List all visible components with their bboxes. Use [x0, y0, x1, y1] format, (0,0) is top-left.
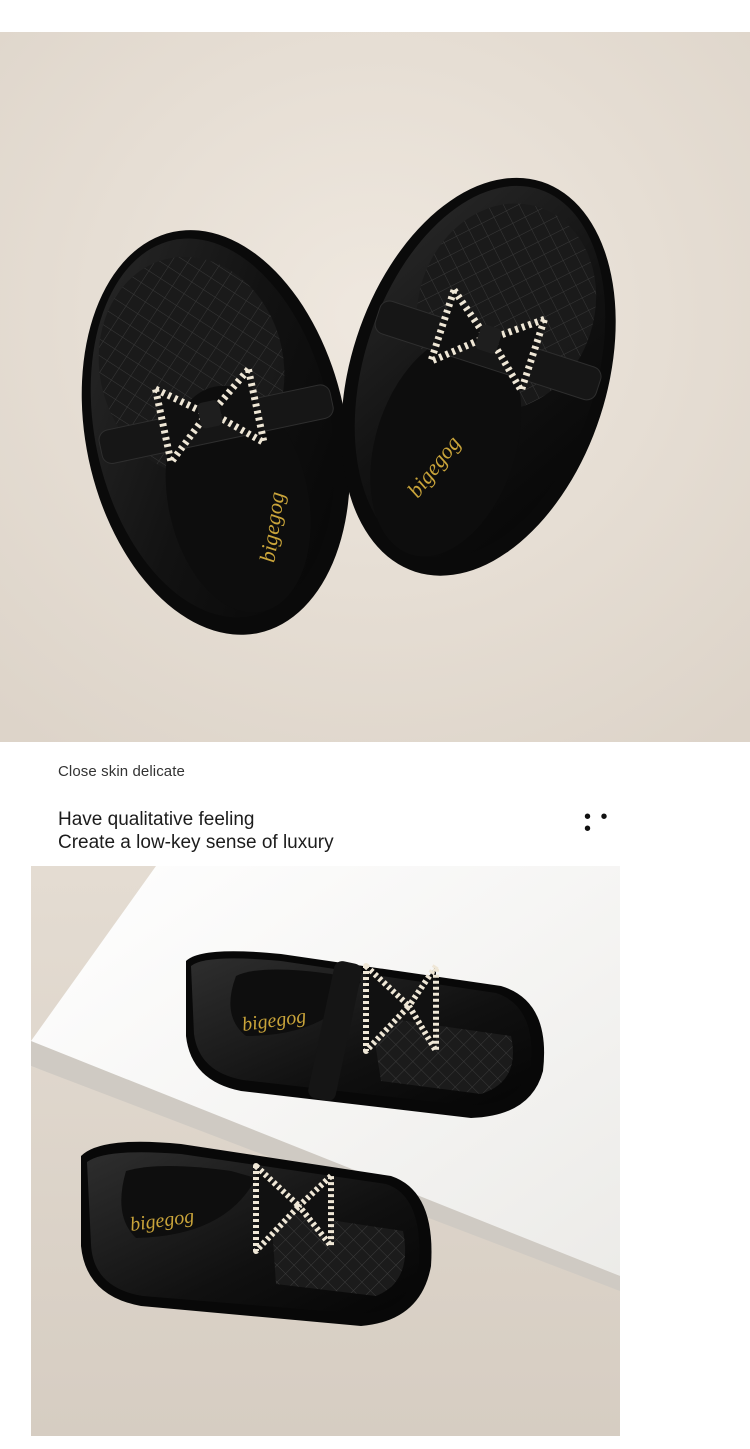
headline-line-1: Have qualitative feeling [58, 809, 255, 830]
product-photo-bottom: bigegog bigegog [31, 866, 620, 1436]
shoes-top-view-image: bigegog bigegog [0, 32, 750, 742]
more-options-icon[interactable]: • • • [584, 807, 614, 839]
shoes-angle-view-image: bigegog bigegog [31, 866, 620, 1436]
product-photo-top: bigegog bigegog [0, 32, 750, 742]
section-subtitle: Close skin delicate [58, 763, 185, 780]
section-headline: Have qualitative feeling Create a low-ke… [58, 808, 334, 854]
headline-line-2: Create a low-key sense of luxury [58, 832, 334, 853]
